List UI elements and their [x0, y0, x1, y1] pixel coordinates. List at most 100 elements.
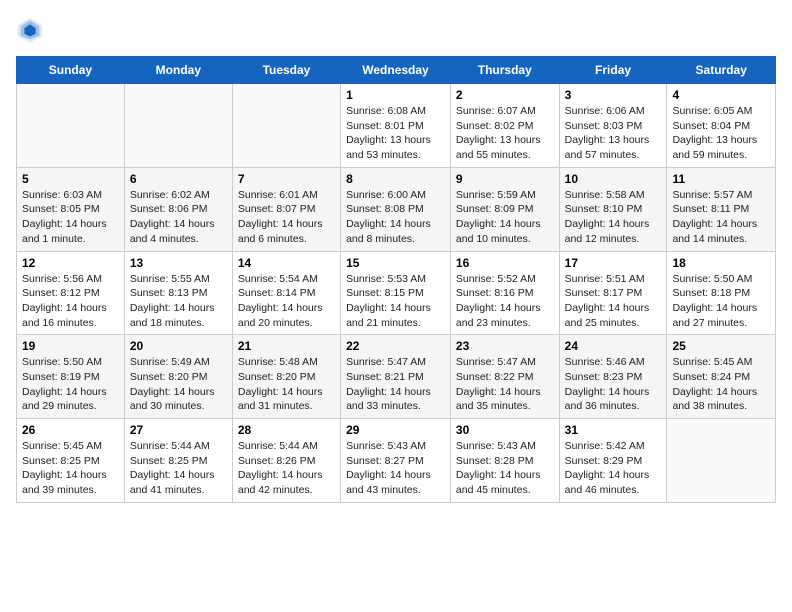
day-number: 30 [456, 423, 554, 437]
calendar-cell: 25 Sunrise: 5:45 AMSunset: 8:24 PMDayligh… [667, 335, 776, 419]
calendar-cell: 24 Sunrise: 5:46 AMSunset: 8:23 PMDayligh… [559, 335, 667, 419]
day-info: Sunrise: 5:49 AMSunset: 8:20 PMDaylight:… [130, 355, 227, 414]
day-info: Sunrise: 5:45 AMSunset: 8:24 PMDaylight:… [672, 355, 770, 414]
day-number: 26 [22, 423, 119, 437]
day-of-week-header: Friday [559, 57, 667, 84]
calendar-cell: 30 Sunrise: 5:43 AMSunset: 8:28 PMDayligh… [450, 419, 559, 503]
day-info: Sunrise: 5:53 AMSunset: 8:15 PMDaylight:… [346, 272, 445, 331]
day-number: 19 [22, 339, 119, 353]
day-info: Sunrise: 5:46 AMSunset: 8:23 PMDaylight:… [565, 355, 662, 414]
day-of-week-header: Thursday [450, 57, 559, 84]
calendar-cell: 9 Sunrise: 5:59 AMSunset: 8:09 PMDaylight… [450, 167, 559, 251]
calendar-cell: 23Sunrise: 5:47 AMSunset: 8:22 PMDayligh… [450, 335, 559, 419]
day-info: Sunrise: 5:58 AMSunset: 8:10 PMDaylight:… [565, 188, 662, 247]
calendar-cell: 5Sunrise: 6:03 AMSunset: 8:05 PMDaylight… [17, 167, 125, 251]
day-number: 9 [456, 172, 554, 186]
day-of-week-header: Tuesday [232, 57, 340, 84]
calendar-cell: 11 Sunrise: 5:57 AMSunset: 8:11 PMDayligh… [667, 167, 776, 251]
day-of-week-header: Sunday [17, 57, 125, 84]
day-number: 25 [672, 339, 770, 353]
day-number: 22 [346, 339, 445, 353]
day-number: 24 [565, 339, 662, 353]
day-number: 3 [565, 88, 662, 102]
calendar-table: SundayMondayTuesdayWednesdayThursdayFrid… [16, 56, 776, 503]
day-of-week-header: Saturday [667, 57, 776, 84]
day-info: Sunrise: 5:43 AMSunset: 8:28 PMDaylight:… [456, 439, 554, 498]
day-info: Sunrise: 5:55 AMSunset: 8:13 PMDaylight:… [130, 272, 227, 331]
calendar-cell: 26 Sunrise: 5:45 AMSunset: 8:25 PMDayligh… [17, 419, 125, 503]
day-info: Sunrise: 5:44 AMSunset: 8:25 PMDaylight:… [130, 439, 227, 498]
calendar-week-row: 12Sunrise: 5:56 AMSunset: 8:12 PMDayligh… [17, 251, 776, 335]
page-header [16, 16, 776, 44]
day-number: 6 [130, 172, 227, 186]
calendar-cell: 8 Sunrise: 6:00 AMSunset: 8:08 PMDaylight… [341, 167, 451, 251]
calendar-cell: 10 Sunrise: 5:58 AMSunset: 8:10 PMDayligh… [559, 167, 667, 251]
day-info: Sunrise: 6:00 AMSunset: 8:08 PMDaylight:… [346, 188, 445, 247]
day-info: Sunrise: 5:48 AMSunset: 8:20 PMDaylight:… [238, 355, 335, 414]
calendar-cell [232, 84, 340, 168]
day-info: Sunrise: 6:08 AMSunset: 8:01 PMDaylight:… [346, 104, 445, 163]
calendar-cell: 3 Sunrise: 6:06 AMSunset: 8:03 PMDaylight… [559, 84, 667, 168]
day-number: 27 [130, 423, 227, 437]
day-info: Sunrise: 6:07 AMSunset: 8:02 PMDaylight:… [456, 104, 554, 163]
day-number: 5 [22, 172, 119, 186]
calendar-cell: 22 Sunrise: 5:47 AMSunset: 8:21 PMDayligh… [341, 335, 451, 419]
day-info: Sunrise: 6:06 AMSunset: 8:03 PMDaylight:… [565, 104, 662, 163]
day-info: Sunrise: 6:05 AMSunset: 8:04 PMDaylight:… [672, 104, 770, 163]
calendar-cell: 15 Sunrise: 5:53 AMSunset: 8:15 PMDayligh… [341, 251, 451, 335]
day-info: Sunrise: 5:59 AMSunset: 8:09 PMDaylight:… [456, 188, 554, 247]
calendar-cell: 16 Sunrise: 5:52 AMSunset: 8:16 PMDayligh… [450, 251, 559, 335]
calendar-cell [17, 84, 125, 168]
calendar-cell: 20 Sunrise: 5:49 AMSunset: 8:20 PMDayligh… [124, 335, 232, 419]
day-number: 2 [456, 88, 554, 102]
calendar-cell [667, 419, 776, 503]
day-number: 29 [346, 423, 445, 437]
day-number: 21 [238, 339, 335, 353]
calendar-cell: 6Sunrise: 6:02 AMSunset: 8:06 PMDaylight… [124, 167, 232, 251]
day-info: Sunrise: 5:52 AMSunset: 8:16 PMDaylight:… [456, 272, 554, 331]
day-number: 12 [22, 256, 119, 270]
day-info: Sunrise: 5:54 AMSunset: 8:14 PMDaylight:… [238, 272, 335, 331]
day-number: 8 [346, 172, 445, 186]
calendar-week-row: 1Sunrise: 6:08 AMSunset: 8:01 PMDaylight… [17, 84, 776, 168]
calendar-cell: 19 Sunrise: 5:50 AMSunset: 8:19 PMDayligh… [17, 335, 125, 419]
day-info: Sunrise: 5:47 AMSunset: 8:21 PMDaylight:… [346, 355, 445, 414]
calendar-cell [124, 84, 232, 168]
day-number: 18 [672, 256, 770, 270]
day-info: Sunrise: 5:45 AMSunset: 8:25 PMDaylight:… [22, 439, 119, 498]
day-info: Sunrise: 6:01 AMSunset: 8:07 PMDaylight:… [238, 188, 335, 247]
calendar-cell: 14Sunrise: 5:54 AMSunset: 8:14 PMDayligh… [232, 251, 340, 335]
calendar-cell: 27 Sunrise: 5:44 AMSunset: 8:25 PMDayligh… [124, 419, 232, 503]
day-number: 20 [130, 339, 227, 353]
day-number: 16 [456, 256, 554, 270]
calendar-cell: 2 Sunrise: 6:07 AMSunset: 8:02 PMDaylight… [450, 84, 559, 168]
day-number: 4 [672, 88, 770, 102]
day-info: Sunrise: 5:50 AMSunset: 8:19 PMDaylight:… [22, 355, 119, 414]
day-number: 7 [238, 172, 335, 186]
day-info: Sunrise: 5:51 AMSunset: 8:17 PMDaylight:… [565, 272, 662, 331]
day-info: Sunrise: 5:50 AMSunset: 8:18 PMDaylight:… [672, 272, 770, 331]
day-of-week-header: Wednesday [341, 57, 451, 84]
day-number: 31 [565, 423, 662, 437]
calendar-week-row: 26 Sunrise: 5:45 AMSunset: 8:25 PMDayligh… [17, 419, 776, 503]
day-of-week-header: Monday [124, 57, 232, 84]
calendar-cell: 28 Sunrise: 5:44 AMSunset: 8:26 PMDayligh… [232, 419, 340, 503]
calendar-cell: 1Sunrise: 6:08 AMSunset: 8:01 PMDaylight… [341, 84, 451, 168]
day-number: 28 [238, 423, 335, 437]
calendar-cell: 4 Sunrise: 6:05 AMSunset: 8:04 PMDaylight… [667, 84, 776, 168]
calendar-week-row: 19 Sunrise: 5:50 AMSunset: 8:19 PMDayligh… [17, 335, 776, 419]
calendar-cell: 13Sunrise: 5:55 AMSunset: 8:13 PMDayligh… [124, 251, 232, 335]
calendar-cell: 21 Sunrise: 5:48 AMSunset: 8:20 PMDayligh… [232, 335, 340, 419]
day-info: Sunrise: 5:57 AMSunset: 8:11 PMDaylight:… [672, 188, 770, 247]
day-number: 15 [346, 256, 445, 270]
day-info: Sunrise: 5:42 AMSunset: 8:29 PMDaylight:… [565, 439, 662, 498]
logo [16, 16, 50, 44]
calendar-cell: 29 Sunrise: 5:43 AMSunset: 8:27 PMDayligh… [341, 419, 451, 503]
calendar-cell: 12Sunrise: 5:56 AMSunset: 8:12 PMDayligh… [17, 251, 125, 335]
day-number: 10 [565, 172, 662, 186]
day-info: Sunrise: 5:44 AMSunset: 8:26 PMDaylight:… [238, 439, 335, 498]
day-info: Sunrise: 5:43 AMSunset: 8:27 PMDaylight:… [346, 439, 445, 498]
calendar-cell: 17Sunrise: 5:51 AMSunset: 8:17 PMDayligh… [559, 251, 667, 335]
logo-icon [16, 16, 44, 44]
day-number: 11 [672, 172, 770, 186]
